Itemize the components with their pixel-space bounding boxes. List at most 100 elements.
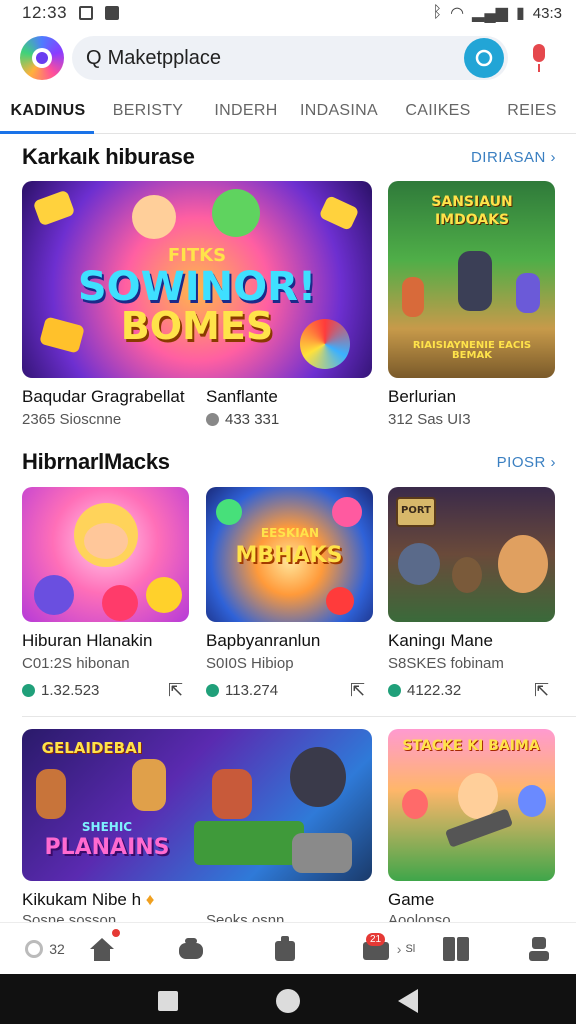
- card-subtitle: S8SKES fobinam: [388, 655, 504, 672]
- rating-icon: [22, 684, 35, 697]
- notification-icon: [79, 6, 94, 20]
- card-title[interactable]: Game: [388, 890, 434, 910]
- card-title[interactable]: Sanflante: [206, 387, 278, 407]
- category-tabs: KADINUS BERISTY INDERH INDASINA CAIIKES …: [0, 96, 576, 134]
- game-thumbnail[interactable]: SANSIAUN IMDOAKS RIAISIAYNENIE EACIS BEM…: [388, 181, 555, 378]
- nav-item-games[interactable]: [174, 933, 208, 965]
- battery-icon: ▮: [515, 5, 525, 22]
- card-subtitle: 312 Sas UI3: [388, 411, 471, 428]
- tab-caiikes[interactable]: CAIIKES: [388, 96, 488, 134]
- card-title[interactable]: Kaningı Mane: [388, 631, 493, 651]
- signal-icon: ▂▄▆: [472, 5, 508, 22]
- bluetooth-icon: ᛒ: [432, 4, 443, 21]
- status-time: 12:33: [22, 3, 68, 22]
- share-icon[interactable]: ⇱: [168, 680, 183, 701]
- art-text: PLANAINS: [44, 835, 170, 860]
- section-title: HibrnarlMacks: [22, 449, 170, 474]
- gamepad-icon: [179, 938, 203, 959]
- tab-inderh[interactable]: INDERH: [202, 96, 290, 134]
- art-text: PORT: [401, 505, 431, 516]
- home-button[interactable]: [276, 989, 300, 1013]
- section-title: Karkaık hiburase: [22, 144, 195, 169]
- game-thumbnail[interactable]: STACKE KI BAIMA: [388, 729, 555, 881]
- art-text-mid: SHEHIC: [81, 820, 133, 834]
- share-icon[interactable]: ⇱: [350, 680, 365, 701]
- notification-dot: [112, 929, 120, 937]
- art-caption: RIAISIAYNENIE EACIS BEMAK: [412, 340, 532, 361]
- see-more-link[interactable]: PIOSR ›: [497, 454, 556, 471]
- books-icon: [443, 937, 469, 961]
- share-icon[interactable]: ⇱: [534, 680, 549, 701]
- card-rating: 1.32.523: [22, 682, 99, 699]
- card-subtitle: Sosne sosson: [22, 912, 117, 922]
- image-notification-icon: [105, 6, 120, 20]
- recents-button[interactable]: [158, 991, 178, 1011]
- search-box[interactable]: Q: [72, 36, 508, 80]
- search-button[interactable]: [464, 38, 504, 78]
- notification-badge: 21: [366, 933, 386, 946]
- card-rating: 433 331: [206, 411, 279, 428]
- game-thumbnail[interactable]: PORT: [388, 487, 555, 622]
- art-text-top: GELAIDEBAI: [41, 739, 143, 757]
- tab-reies[interactable]: REIES: [488, 96, 576, 134]
- section-header-1: Karkaık hiburase DIRIASAN ›: [22, 142, 556, 172]
- microphone-icon[interactable]: [528, 44, 550, 74]
- card-subtitle: S0I0S Hibiop: [206, 655, 294, 672]
- art-text-2: BOMES: [120, 304, 274, 348]
- art-text-top: EESKIAN: [260, 526, 320, 540]
- game-thumbnail[interactable]: GELAIDEBAI SHEHIC PLANAINS: [22, 729, 372, 881]
- section-header-2: HibrnarlMacks PIOSR ›: [22, 447, 556, 477]
- search-icon: [475, 49, 493, 67]
- nav-item-home[interactable]: [86, 929, 120, 965]
- card-subtitle: C01:2S hibonan: [22, 655, 130, 672]
- circle-icon: [25, 940, 44, 958]
- tab-indasina[interactable]: INDASINA: [290, 96, 388, 134]
- art-text: SANSIAUN: [431, 194, 513, 210]
- bottom-nav: 32 21 › Sl: [0, 922, 576, 972]
- rating-icon: [206, 413, 219, 426]
- apps-icon: [275, 936, 295, 961]
- art-text: STACKE KI BAIMA: [402, 738, 540, 754]
- nav-item-inbox[interactable]: 21 › Sl: [348, 933, 428, 965]
- nav-item-books[interactable]: [440, 933, 472, 965]
- search-row: Q: [0, 36, 576, 82]
- status-battery-text: 43:3: [532, 4, 562, 22]
- profile-icon: [529, 937, 549, 961]
- tab-kadinus[interactable]: KADINUS: [0, 96, 94, 134]
- card-subtitle: Aoolonso: [388, 912, 451, 922]
- see-more-link[interactable]: DIRIASAN ›: [471, 149, 556, 166]
- card-rating: 4122.32: [388, 682, 461, 699]
- art-text: SOWINOR!: [77, 264, 317, 310]
- search-input[interactable]: [107, 46, 408, 70]
- card-title[interactable]: Bapbyanranlun: [206, 631, 320, 651]
- status-bar: 12:33 ᛒ ◠ ▂▄▆ ▮ 43:3: [0, 0, 576, 26]
- game-thumbnail[interactable]: FITKS SOWINOR! BOMES: [22, 181, 372, 378]
- card-title[interactable]: Berlurian: [388, 387, 456, 407]
- tab-beristy[interactable]: BERISTY: [94, 96, 202, 134]
- nav-item-apps[interactable]: [270, 933, 300, 965]
- home-icon: [90, 938, 114, 961]
- search-prefix-icon: Q: [86, 46, 102, 69]
- nav-item-library[interactable]: 32: [22, 933, 68, 965]
- card-rating: 113.274: [206, 682, 278, 699]
- art-text-top: FITKS: [167, 245, 227, 266]
- rating-icon: [388, 684, 401, 697]
- card-title[interactable]: Kikukam Nibe h ♦: [22, 890, 154, 910]
- card-title[interactable]: Baqudar Gragrabellat: [22, 387, 185, 407]
- divider: [22, 716, 576, 717]
- app-logo-icon[interactable]: [20, 36, 64, 80]
- system-nav-bar: [0, 974, 576, 1024]
- wifi-icon: ◠: [450, 5, 465, 22]
- art-text-2: IMDOAKS: [434, 212, 510, 228]
- fire-icon: ♦: [145, 890, 155, 909]
- nav-item-profile[interactable]: [524, 933, 554, 965]
- card-subtitle: Seoks osnn: [206, 912, 285, 922]
- back-button[interactable]: [398, 989, 418, 1013]
- game-thumbnail[interactable]: EESKIAN MBHAKS: [206, 487, 373, 622]
- card-title[interactable]: Hiburan Hlanakin: [22, 631, 152, 651]
- game-thumbnail[interactable]: [22, 487, 189, 622]
- status-right: ᛒ ◠ ▂▄▆ ▮ 43:3: [432, 3, 562, 23]
- card-subtitle: 2365 Sioscnne: [22, 411, 122, 428]
- art-text: MBHAKS: [235, 543, 343, 568]
- chevron-right-icon: ›: [396, 941, 402, 957]
